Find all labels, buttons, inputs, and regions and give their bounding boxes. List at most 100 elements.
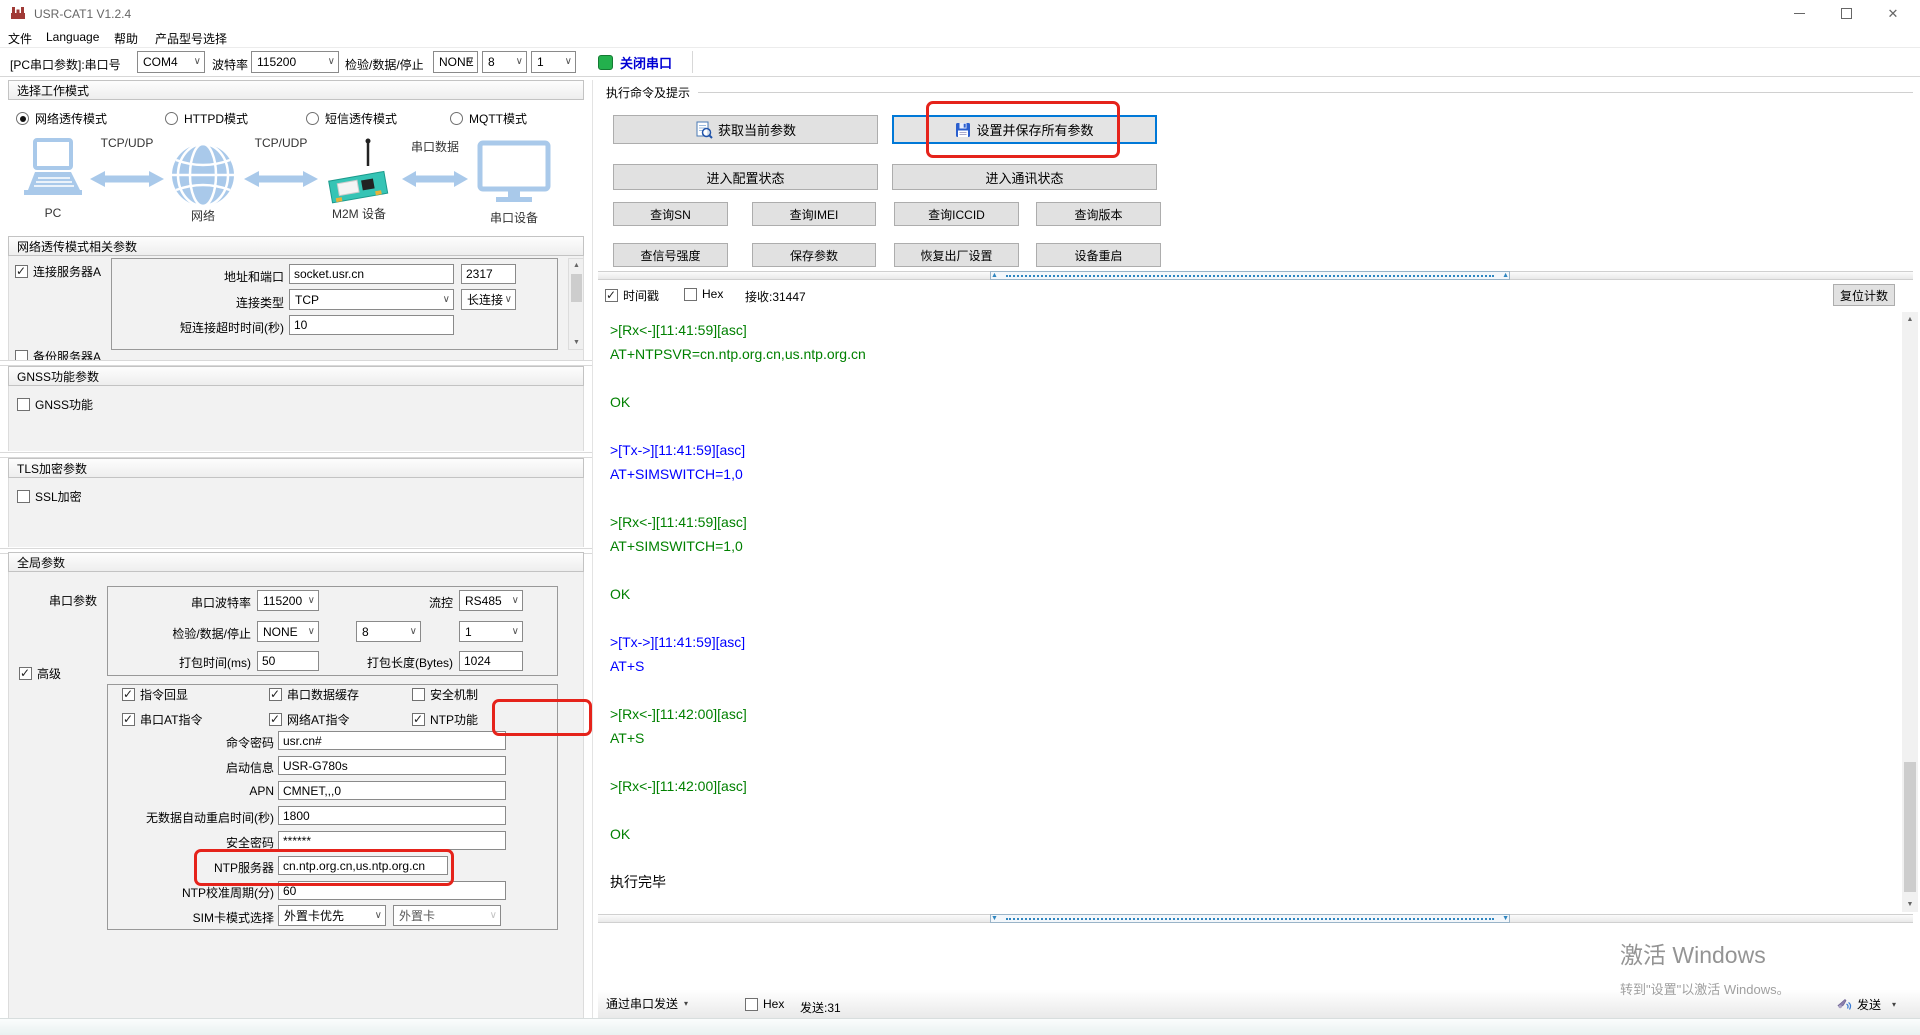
serial-params-label: 串口参数	[49, 592, 97, 609]
server-a-checkbox[interactable]: 连接服务器A	[15, 263, 101, 280]
serial-parity-select[interactable]: NONE∨	[257, 621, 319, 642]
log-hex-checkbox[interactable]: Hex	[684, 287, 723, 301]
databits-select[interactable]: 8∨	[482, 51, 527, 73]
ssl-checkbox[interactable]: SSL加密	[17, 488, 82, 505]
enter-config-button[interactable]: 进入配置状态	[613, 164, 878, 190]
minimize-button[interactable]	[1776, 0, 1822, 27]
chevron-down-icon: ∨	[194, 52, 201, 72]
no-data-restart-input[interactable]: 1800	[278, 806, 506, 825]
baud-label: 波特率	[212, 56, 248, 73]
pc-port-label: [PC串口参数]:串口号	[10, 56, 121, 73]
close-port-button[interactable]: 关闭串口	[598, 51, 672, 73]
restore-button[interactable]	[1823, 0, 1869, 27]
sim-mode-select-2[interactable]: 外置卡∨	[393, 905, 501, 926]
menu-language[interactable]: Language	[46, 30, 99, 44]
send-button[interactable]: 发送 ▾	[1830, 993, 1902, 1015]
panel-divider[interactable]	[592, 80, 593, 1018]
get-params-button[interactable]: 获取当前参数	[613, 115, 878, 144]
chevron-down-icon: ∨	[308, 622, 315, 642]
chevron-down-icon: ∨	[375, 906, 382, 926]
server-address-input[interactable]: socket.usr.cn	[289, 264, 454, 284]
net-params-scrollbar[interactable]: ▲ ▼	[568, 258, 584, 350]
splitter-handle[interactable]: ▲▲	[990, 271, 1510, 280]
serial-at-checkbox[interactable]: 串口AT指令	[122, 711, 202, 728]
query-version-button[interactable]: 查询版本	[1036, 202, 1161, 226]
radio-icon	[306, 112, 319, 125]
radio-sms-mode[interactable]: 短信透传模式	[306, 110, 397, 127]
menu-product-model[interactable]: 产品型号选择	[155, 30, 227, 47]
checkbox-icon	[684, 288, 697, 301]
cmd-echo-checkbox[interactable]: 指令回显	[122, 686, 188, 703]
set-save-params-button[interactable]: 设置并保存所有参数	[892, 115, 1157, 144]
port-open-icon	[598, 55, 613, 70]
device-restart-button[interactable]: 设备重启	[1036, 243, 1161, 267]
query-sn-button[interactable]: 查询SN	[613, 202, 728, 226]
globe-icon	[170, 142, 236, 211]
serial-stopbits-select[interactable]: 1∨	[459, 621, 523, 642]
server-backup-checkbox[interactable]: 备份服务器A	[15, 348, 101, 360]
gnss-checkbox[interactable]: GNSS功能	[17, 396, 93, 413]
log-scrollbar[interactable]: ▲ ▼	[1902, 312, 1918, 912]
radio-net-transparent-mode[interactable]: 网络透传模式	[16, 110, 107, 127]
enter-comm-button[interactable]: 进入通讯状态	[892, 164, 1157, 190]
ntp-period-input[interactable]: 60	[278, 881, 506, 900]
log-bottom-splitter[interactable]: ▼▼	[598, 914, 1913, 923]
log-line	[610, 798, 1902, 822]
serial-cache-checkbox[interactable]: 串口数据缓存	[269, 686, 359, 703]
network-at-checkbox[interactable]: 网络AT指令	[269, 711, 349, 728]
log-line: OK	[610, 582, 1902, 606]
baud-select[interactable]: 115200∨	[251, 51, 339, 73]
com-port-select[interactable]: COM4∨	[137, 51, 205, 73]
checkbox-icon	[19, 667, 32, 680]
close-button[interactable]: ✕	[1870, 0, 1916, 27]
save-params-button[interactable]: 保存参数	[752, 243, 876, 267]
menu-help[interactable]: 帮助	[114, 30, 138, 47]
log-output[interactable]: >[Rx<-][11:41:59][asc]AT+NTPSVR=cn.ntp.o…	[598, 312, 1902, 912]
ntp-function-checkbox[interactable]: NTP功能	[412, 711, 478, 728]
server-port-input[interactable]: 2317	[461, 264, 516, 284]
send-hex-checkbox[interactable]: Hex	[745, 997, 784, 1011]
checkbox-icon	[745, 998, 758, 1011]
query-iccid-button[interactable]: 查询ICCID	[894, 202, 1019, 226]
splitter-handle[interactable]: ▼▼	[990, 914, 1510, 923]
query-signal-button[interactable]: 查信号强度	[613, 243, 728, 267]
query-imei-button[interactable]: 查询IMEI	[752, 202, 876, 226]
net-params-body: 连接服务器A 地址和端口 socket.usr.cn 2317 连接类型 TCP…	[8, 256, 584, 360]
flow-select[interactable]: RS485∨	[459, 590, 523, 611]
stopbits-select[interactable]: 1∨	[531, 51, 576, 73]
address-port-label: 地址和端口	[151, 268, 284, 285]
net-params-header: 网络透传模式相关参数	[8, 236, 584, 256]
serial-line-label: 检验/数据/停止	[151, 625, 251, 642]
cmd-password-input[interactable]: usr.cn#	[278, 731, 506, 750]
advanced-checkbox[interactable]: 高级	[19, 665, 61, 682]
conn-mode-select[interactable]: 长连接∨	[461, 289, 516, 310]
scroll-down-icon[interactable]: ▼	[569, 339, 584, 346]
scroll-down-icon[interactable]: ▼	[1902, 901, 1918, 908]
conn-type-select[interactable]: TCP∨	[289, 289, 454, 310]
parity-select[interactable]: NONE∨	[433, 51, 478, 73]
boot-message-input[interactable]: USR-G780s	[278, 756, 506, 775]
pack-time-input[interactable]: 50	[257, 651, 319, 671]
security-password-input[interactable]: ******	[278, 831, 506, 850]
factory-reset-button[interactable]: 恢复出厂设置	[894, 243, 1019, 267]
scroll-up-icon[interactable]: ▲	[569, 262, 584, 269]
reset-count-button[interactable]: 复位计数	[1833, 284, 1895, 306]
chevron-down-icon: ∨	[512, 591, 519, 611]
checkbox-icon	[122, 713, 135, 726]
timestamp-checkbox[interactable]: 时间戳	[605, 287, 659, 304]
radio-httpd-mode[interactable]: HTTPD模式	[165, 110, 248, 127]
security-mechanism-checkbox[interactable]: 安全机制	[412, 686, 478, 703]
ntp-server-input[interactable]: cn.ntp.org.cn,us.ntp.org.cn	[278, 856, 448, 875]
radio-mqtt-mode[interactable]: MQTT模式	[450, 110, 527, 127]
sim-mode-select[interactable]: 外置卡优先∨	[278, 905, 386, 926]
menu-file[interactable]: 文件	[8, 30, 32, 47]
short-timeout-input[interactable]: 10	[289, 315, 454, 335]
send-via-serial-button[interactable]: 通过串口发送▾	[606, 995, 688, 1012]
radio-icon	[450, 112, 463, 125]
apn-input[interactable]: CMNET,,,0	[278, 781, 506, 800]
serial-databits-select[interactable]: 8∨	[356, 621, 421, 642]
serial-baud-select[interactable]: 115200∨	[257, 590, 319, 611]
pack-len-input[interactable]: 1024	[459, 651, 523, 671]
log-top-splitter[interactable]: ▲▲	[598, 271, 1913, 280]
scroll-up-icon[interactable]: ▲	[1902, 316, 1918, 323]
